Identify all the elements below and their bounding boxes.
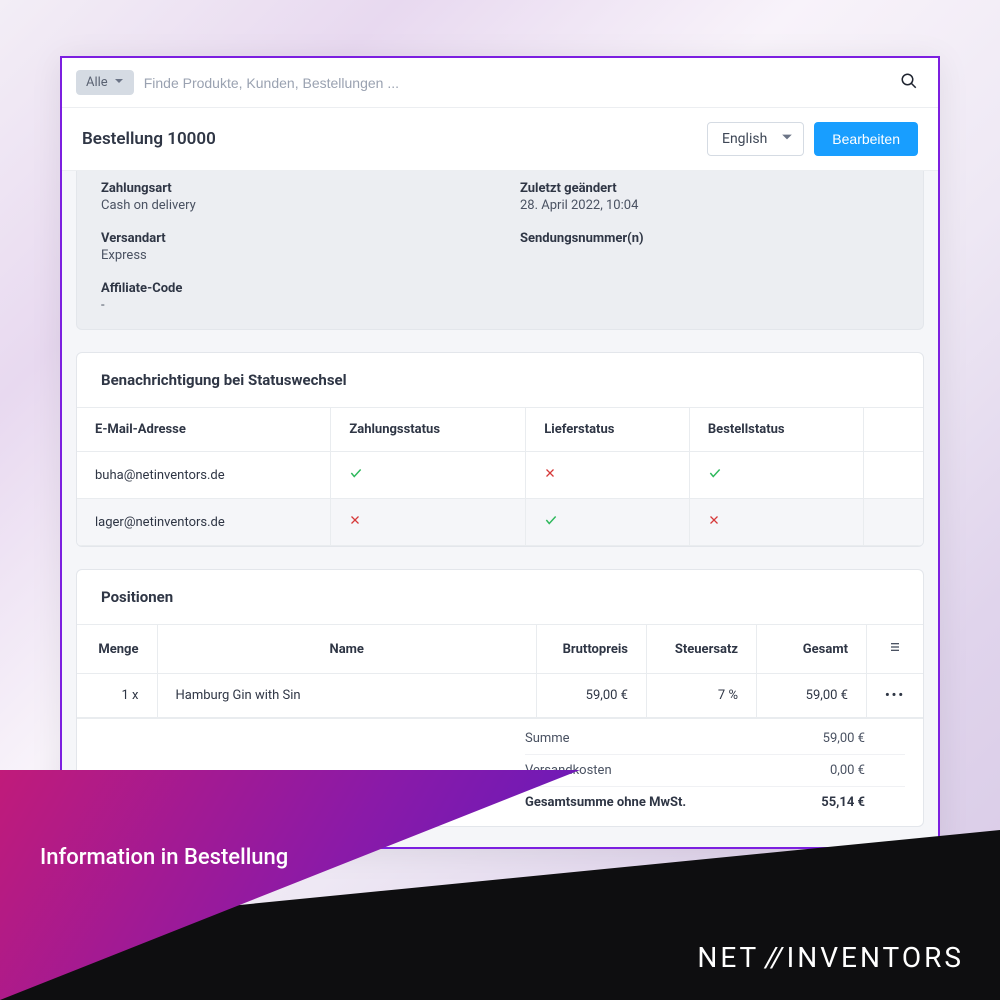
col-gross: Bruttopreis <box>536 625 646 674</box>
table-row: buha@netinventors.de <box>77 452 923 499</box>
search-icon[interactable] <box>900 72 924 94</box>
col-order-status: Bestellstatus <box>689 408 863 452</box>
cell-email: buha@netinventors.de <box>77 452 331 499</box>
cell-delivery-status <box>526 499 690 546</box>
chevron-down-icon <box>781 131 793 147</box>
payment-method-label: Zahlungsart <box>101 181 480 196</box>
slide-caption: Information in Bestellung <box>40 845 288 870</box>
app-window: Alle Bestellung 10000 English Bear <box>60 56 940 849</box>
chevron-down-icon <box>114 75 124 90</box>
check-icon <box>708 469 722 484</box>
order-details-card: Zahlungsart Cash on delivery Versandart … <box>76 171 924 330</box>
cross-icon <box>708 515 720 530</box>
last-modified-label: Zuletzt geändert <box>520 181 899 196</box>
search-filter-button[interactable]: Alle <box>76 70 134 95</box>
total-sum-label: Summe <box>525 731 570 746</box>
edit-button[interactable]: Bearbeiten <box>814 122 918 156</box>
search-filter-label: Alle <box>86 75 108 90</box>
row-actions-button[interactable]: ••• <box>866 674 923 718</box>
check-icon <box>349 469 363 484</box>
brand-slashes: // <box>765 941 780 974</box>
shipping-method-label: Versandart <box>101 231 480 246</box>
affiliate-code-value: - <box>101 298 480 313</box>
cell-gross: 59,00 € <box>536 674 646 718</box>
total-sum-value: 59,00 € <box>823 731 865 746</box>
col-tax: Steuersatz <box>646 625 756 674</box>
cell-payment-status <box>331 499 526 546</box>
page-header: Bestellung 10000 English Bearbeiten <box>62 108 938 171</box>
total-net-value: 55,14 € <box>821 795 865 810</box>
brand-text-left: NET <box>697 941 759 974</box>
cell-actions[interactable] <box>863 499 923 546</box>
table-row: lager@netinventors.de <box>77 499 923 546</box>
col-delivery-status: Lieferstatus <box>526 408 690 452</box>
cell-qty: 1 x <box>77 674 157 718</box>
cross-icon <box>349 515 361 530</box>
search-input[interactable] <box>144 75 890 91</box>
search-bar: Alle <box>62 58 938 108</box>
col-name: Name <box>157 625 536 674</box>
cross-icon <box>544 468 556 483</box>
col-email: E-Mail-Adresse <box>77 408 331 452</box>
last-modified-value: 28. April 2022, 10:04 <box>520 198 899 213</box>
check-icon <box>544 516 558 531</box>
notifications-table: E-Mail-Adresse Zahlungsstatus Lieferstat… <box>77 407 923 546</box>
table-row: 1 xHamburg Gin with Sin59,00 €7 %59,00 €… <box>77 674 923 718</box>
positions-title: Positionen <box>77 570 923 624</box>
cell-email: lager@netinventors.de <box>77 499 331 546</box>
payment-method-value: Cash on delivery <box>101 198 480 213</box>
cell-total: 59,00 € <box>756 674 866 718</box>
cell-order-status <box>689 499 863 546</box>
notifications-title: Benachrichtigung bei Statuswechsel <box>77 353 923 407</box>
notifications-panel: Benachrichtigung bei Statuswechsel E-Mai… <box>76 352 924 547</box>
brand-logo: NET // INVENTORS <box>697 941 964 974</box>
more-icon: ••• <box>885 688 905 703</box>
cell-name: Hamburg Gin with Sin <box>157 674 536 718</box>
cell-delivery-status <box>526 452 690 499</box>
cell-payment-status <box>331 452 526 499</box>
col-payment-status: Zahlungsstatus <box>331 408 526 452</box>
cell-tax: 7 % <box>646 674 756 718</box>
col-total: Gesamt <box>756 625 866 674</box>
shipping-method-value: Express <box>101 248 480 263</box>
col-qty: Menge <box>77 625 157 674</box>
total-shipping-value: 0,00 € <box>830 763 865 778</box>
cell-actions[interactable] <box>863 452 923 499</box>
brand-text-right: INVENTORS <box>787 941 964 974</box>
content-area: Zahlungsart Cash on delivery Versandart … <box>62 171 938 847</box>
cell-order-status <box>689 452 863 499</box>
col-list-icon[interactable] <box>866 625 923 674</box>
affiliate-code-label: Affiliate-Code <box>101 281 480 296</box>
col-actions <box>863 408 923 452</box>
positions-table: Menge Name Bruttopreis Steuersatz Gesamt <box>77 624 923 718</box>
language-select[interactable]: English <box>707 122 804 156</box>
page-title: Bestellung 10000 <box>82 129 216 149</box>
tracking-numbers-label: Sendungsnummer(n) <box>520 231 899 246</box>
list-icon <box>887 644 903 659</box>
total-net-label: Gesamtsumme ohne MwSt. <box>525 795 686 810</box>
language-select-value: English <box>722 131 767 147</box>
